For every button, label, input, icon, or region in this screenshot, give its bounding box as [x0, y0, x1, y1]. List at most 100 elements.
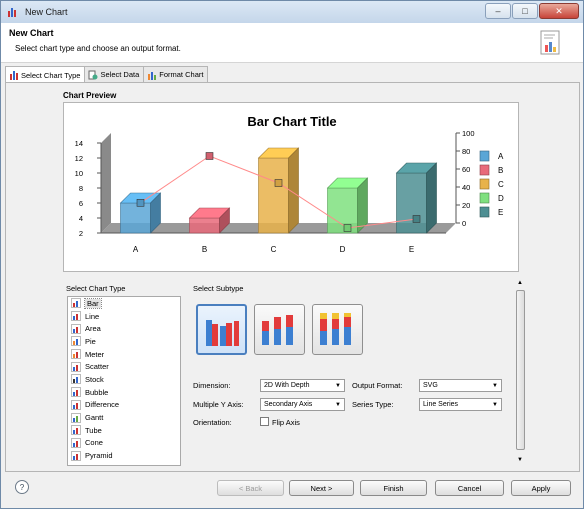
bubble-chart-icon: [71, 387, 81, 398]
chart-type-item-cone[interactable]: Cone: [68, 437, 180, 450]
legend-swatch-b: [479, 164, 490, 176]
header-description: Select chart type and choose an output f…: [15, 44, 181, 53]
window-title: New Chart: [25, 7, 68, 17]
y2-tick-label: 60: [462, 165, 470, 174]
scatter-chart-icon: [71, 361, 81, 372]
chart-type-label: Difference: [85, 400, 120, 410]
bar-side-e: [426, 162, 437, 234]
app-icon: [8, 8, 16, 17]
y-tick-label: 8: [79, 184, 83, 193]
chart-preview: Bar Chart Title 2 4 6 8 10 12 14 0 20 40 60 80 100 A B C…: [63, 102, 519, 272]
dimension-label: Dimension:: [193, 381, 231, 390]
y2-tick-label: 80: [462, 147, 470, 156]
help-icon[interactable]: ?: [15, 480, 29, 494]
dimension-value: 2D With Depth: [264, 382, 310, 389]
legend-label: A: [498, 152, 504, 161]
finish-button[interactable]: Finish: [360, 480, 427, 496]
bar-e: [396, 172, 427, 234]
x-tick-label: D: [340, 245, 346, 254]
subtype-percent-stacked[interactable]: [312, 304, 363, 355]
tab-label: Select Data: [100, 70, 140, 79]
chart-type-item-stock[interactable]: Stock: [68, 373, 180, 386]
chart-type-label: Bubble: [85, 387, 109, 397]
chart-type-item-meter[interactable]: Meter: [68, 348, 180, 361]
meter-chart-icon: [71, 349, 81, 360]
line-marker-e: [412, 215, 421, 223]
chart-preview-label: Chart Preview: [63, 91, 117, 100]
scroll-down-icon[interactable]: ▼: [517, 457, 523, 463]
tab-content: Chart Preview Bar Chart Title 2 4 6 8 10 12 14 0…: [5, 82, 580, 472]
legend-label: C: [498, 180, 504, 189]
scrollbar-thumb[interactable]: [516, 290, 525, 450]
close-button[interactable]: ✕: [539, 3, 579, 19]
chart-type-item-scatter[interactable]: Scatter: [68, 360, 180, 373]
chart-type-item-bubble[interactable]: Bubble: [68, 386, 180, 399]
subtype-stacked[interactable]: [254, 304, 305, 355]
chart-type-item-tube[interactable]: Tube: [68, 424, 180, 437]
vertical-scrollbar[interactable]: ▲ ▼: [516, 280, 525, 466]
bar-chart-icon: [71, 298, 81, 309]
bar-d: [327, 187, 358, 234]
legend-swatch-d: [479, 192, 490, 204]
tab-format-chart[interactable]: Format Chart: [143, 66, 209, 82]
multiple-y-axis-select[interactable]: Secondary Axis ▼: [260, 398, 345, 411]
subtype-side-by-side[interactable]: [196, 304, 247, 355]
chart-type-label: Line: [85, 311, 100, 321]
tab-select-chart-type[interactable]: Select Chart Type: [5, 66, 86, 83]
y2-tick-label: 100: [462, 129, 475, 138]
pie-chart-icon: [71, 336, 81, 347]
legend-label: D: [498, 194, 504, 203]
chart-type-item-line[interactable]: Line: [68, 310, 180, 323]
chart-type-item-pie[interactable]: Pie: [68, 335, 180, 348]
series-type-label: Series Type:: [352, 400, 394, 409]
chart-type-label: Cone: [85, 438, 103, 448]
line-marker-c: [274, 179, 283, 187]
next-button[interactable]: Next >: [289, 480, 354, 496]
tab-select-data[interactable]: Select Data: [84, 66, 145, 82]
chart-type-item-gantt[interactable]: Gantt: [68, 411, 180, 424]
apply-button[interactable]: Apply: [511, 480, 571, 496]
bar-a: [120, 202, 151, 234]
series-type-value: Line Series: [423, 401, 459, 408]
chart-back-wall: [101, 133, 111, 233]
chart-type-label: Pyramid: [85, 451, 113, 461]
chart-type-item-pyramid[interactable]: Pyramid: [68, 449, 180, 462]
output-format-select[interactable]: SVG ▼: [419, 379, 502, 392]
stock-chart-icon: [71, 374, 81, 385]
x-tick-label: E: [409, 245, 414, 254]
legend-label: B: [498, 166, 503, 175]
multiple-y-axis-label: Multiple Y Axis:: [193, 400, 244, 409]
pyramid-chart-icon: [71, 450, 81, 461]
chart-type-label: Area: [85, 324, 101, 334]
chart-type-list[interactable]: Bar Line Area Pie Meter Scatter Stock Bubble Dif…: [67, 296, 181, 466]
cancel-button[interactable]: Cancel: [435, 480, 504, 496]
chart-type-item-difference[interactable]: Difference: [68, 399, 180, 412]
chart-title: Bar Chart Title: [247, 114, 336, 129]
wizard-header: New Chart Select chart type and choose a…: [1, 23, 583, 63]
tab-bar: Select Chart Type Select Data Format Cha…: [5, 66, 209, 83]
tab-label: Select Chart Type: [21, 70, 81, 80]
back-button[interactable]: < Back: [217, 480, 284, 496]
y-tick-label: 10: [75, 169, 83, 178]
format-chart-icon: [148, 71, 157, 80]
data-icon: [88, 70, 98, 79]
minimize-button[interactable]: –: [485, 3, 511, 19]
tab-label: Format Chart: [159, 70, 204, 79]
line-chart-icon: [71, 311, 81, 322]
line-marker-d: [343, 224, 352, 232]
chart-type-item-area[interactable]: Area: [68, 322, 180, 335]
side-by-side-bars-icon: [206, 320, 239, 346]
bar-c: [258, 157, 289, 234]
y-tick-label: 2: [79, 229, 83, 238]
legend-label: E: [498, 208, 503, 217]
cone-chart-icon: [71, 437, 81, 448]
dimension-select[interactable]: 2D With Depth ▼: [260, 379, 345, 392]
scroll-up-icon[interactable]: ▲: [517, 280, 523, 286]
chart-svg: Bar Chart Title2468101214020406080100A B C…: [75, 114, 504, 254]
y2-tick-label: 0: [462, 219, 466, 228]
series-type-select[interactable]: Line Series ▼: [419, 398, 502, 411]
maximize-button[interactable]: □: [512, 3, 538, 19]
chart-type-label: Pie: [85, 336, 96, 346]
flip-axis-checkbox[interactable]: [260, 417, 269, 426]
chart-type-item-bar[interactable]: Bar: [68, 297, 180, 310]
